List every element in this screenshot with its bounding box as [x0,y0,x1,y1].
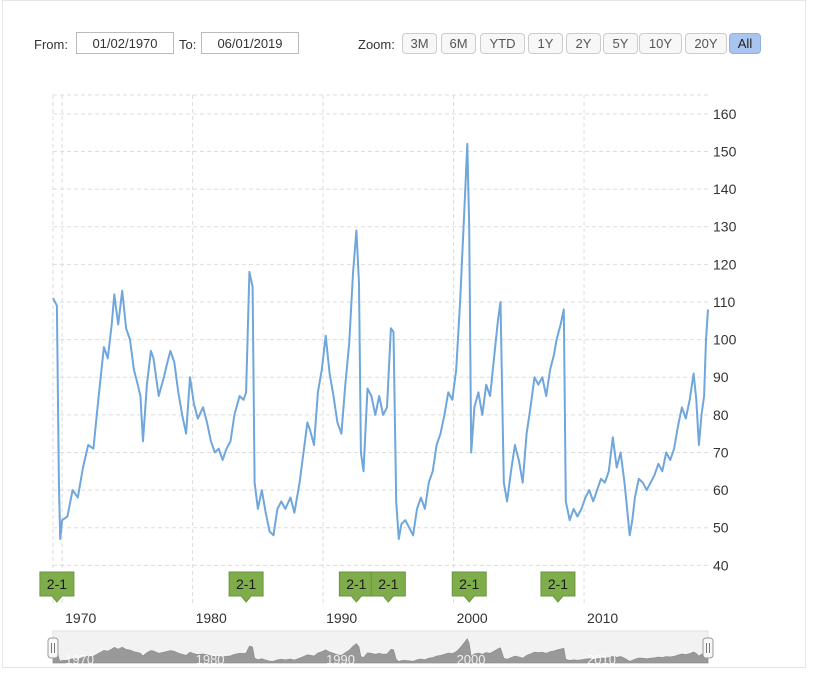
y-tick-label: 70 [713,444,729,460]
flag-marker[interactable]: 2-1 [540,571,576,603]
navigator-tick-label: 1970 [65,652,94,667]
y-tick-label: 110 [713,294,736,310]
flag-label: 2-1 [548,576,568,592]
y-tick-label: 120 [713,256,737,272]
navigator-tick-label: 2000 [457,652,486,667]
x-tick-label: 2000 [457,610,488,626]
x-tick-label: 1970 [65,610,96,626]
flag-label: 2-1 [378,576,398,592]
y-tick-label: 160 [713,106,737,122]
y-tick-label: 40 [713,557,729,573]
flag-label: 2-1 [346,576,366,592]
y-tick-label: 90 [713,369,729,385]
flag-label: 2-1 [459,576,479,592]
y-tick-label: 150 [713,143,737,159]
navigator-tick-label: 1980 [196,652,225,667]
navigator-tick-label: 2010 [587,652,616,667]
flag-marker[interactable]: 2-1 [228,571,264,603]
series-line [52,142,709,540]
x-tick-label: 2010 [587,610,618,626]
navigator-tick-label: 1990 [326,652,355,667]
flag-label: 2-1 [236,576,256,592]
y-tick-label: 60 [713,482,729,498]
y-tick-label: 140 [713,181,737,197]
chart-frame: From: 01/02/1970 To: 06/01/2019 Zoom: 3M… [2,0,806,668]
y-tick-label: 130 [713,219,737,235]
y-tick-label: 80 [713,407,729,423]
y-tick-label: 50 [713,520,729,536]
flag-marker[interactable]: 2-1 [338,571,374,603]
line-chart: 40 50 60 70 80 90 100 110 120 130 140 150 160 1970 198… [39,94,737,667]
flag-label: 2-1 [47,576,67,592]
navigator-left-handle[interactable] [47,637,59,659]
flag-marker[interactable]: 2-1 [39,571,75,603]
navigator-right-handle[interactable] [702,637,714,659]
x-tick-label: 1990 [326,610,357,626]
flag-marker[interactable]: 2-1 [370,571,406,603]
y-tick-label: 100 [713,332,737,348]
flag-marker[interactable]: 2-1 [451,571,487,603]
x-tick-label: 1980 [196,610,227,626]
